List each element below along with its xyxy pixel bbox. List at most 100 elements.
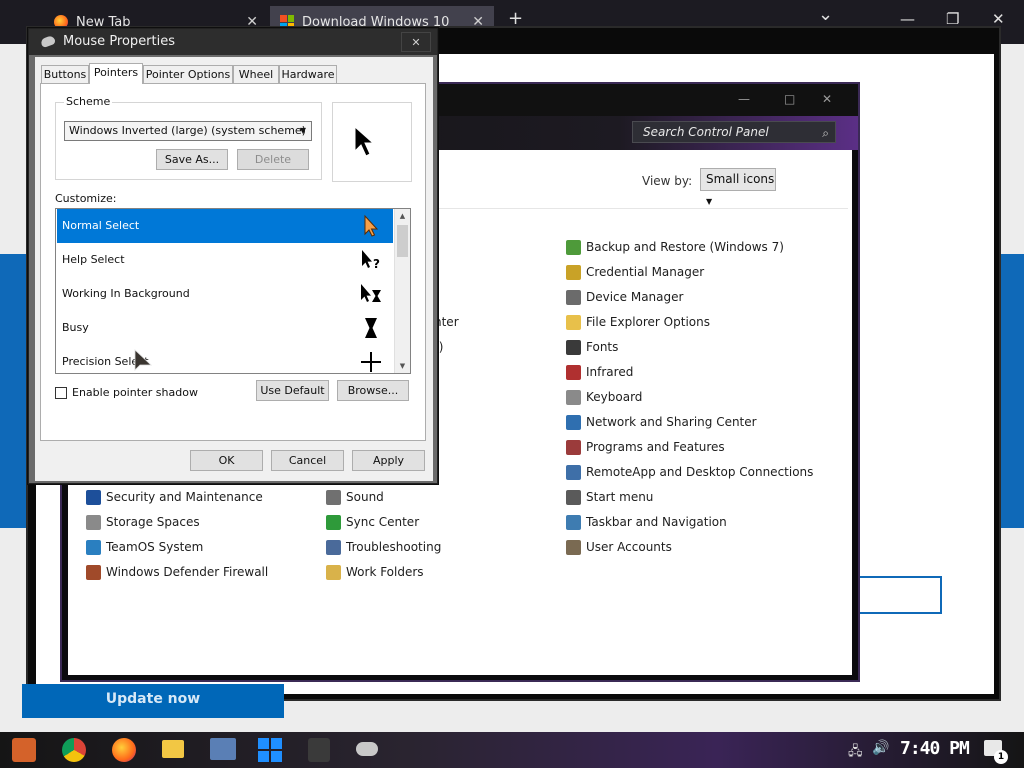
pointer-preview: [332, 102, 412, 182]
scheme-dropdown[interactable]: Windows Inverted (large) (system scheme)…: [64, 121, 312, 141]
sync-icon: [326, 514, 341, 530]
tab-wheel[interactable]: Wheel: [233, 65, 279, 83]
file-explorer-icon[interactable]: [162, 740, 184, 758]
view-by-value: Small icons: [706, 172, 775, 186]
pointer-list-scrollbar[interactable]: ▲ ▼: [394, 209, 410, 373]
dialog-close-button[interactable]: ✕: [401, 32, 431, 52]
storage-icon: [86, 514, 101, 530]
cp-item-device-manager[interactable]: Device Manager: [566, 287, 683, 307]
cp-item-storage-spaces[interactable]: Storage Spaces: [86, 512, 200, 532]
ok-button[interactable]: OK: [190, 450, 263, 471]
enable-pointer-shadow-checkbox[interactable]: Enable pointer shadow: [55, 386, 198, 399]
cp-item-infrared[interactable]: Infrared: [566, 362, 633, 382]
view-by-dropdown[interactable]: Small icons ▼: [700, 168, 776, 206]
mouse-icon[interactable]: [356, 742, 378, 756]
backup-icon: [566, 239, 581, 255]
page-outlined-box: [858, 576, 942, 614]
svg-text:?: ?: [373, 257, 380, 271]
firewall-icon: [86, 564, 101, 580]
notification-count-badge: 1: [994, 750, 1008, 764]
tab-pointers[interactable]: Pointers: [89, 63, 143, 84]
cp-item-network-sharing[interactable]: Network and Sharing Center: [566, 412, 757, 432]
cp-item-programs-features[interactable]: Programs and Features: [566, 437, 725, 457]
cp-item-backup-restore[interactable]: Backup and Restore (Windows 7): [566, 237, 784, 257]
tab-buttons[interactable]: Buttons: [41, 65, 89, 83]
flag-icon: [86, 489, 101, 505]
scheme-group: Scheme Windows Inverted (large) (system …: [55, 95, 322, 180]
keyboard-icon: [566, 389, 581, 405]
cp-maximize-button[interactable]: □: [784, 92, 795, 106]
start-menu-icon: [566, 489, 581, 505]
pointers-tab-panel: Scheme Windows Inverted (large) (system …: [40, 83, 426, 441]
cp-close-button[interactable]: ✕: [822, 92, 832, 106]
customize-label: Customize:: [55, 192, 117, 205]
search-control-panel-input[interactable]: Search Control Panel ⌕: [632, 121, 836, 143]
programs-icon: [566, 439, 581, 455]
network-tray-icon[interactable]: 🖧: [848, 742, 863, 764]
cp-item-taskbar-navigation[interactable]: Taskbar and Navigation: [566, 512, 727, 532]
scroll-down-icon[interactable]: ▼: [395, 359, 410, 373]
scroll-up-icon[interactable]: ▲: [395, 209, 410, 223]
list-all-tabs-icon[interactable]: ⌄: [818, 4, 833, 25]
pointer-list[interactable]: Normal Select Help Select ? Working In B…: [55, 208, 411, 374]
folder-icon: [566, 314, 581, 330]
start-icon[interactable]: [12, 738, 36, 762]
dialog-body: Buttons Pointers Pointer Options Wheel H…: [35, 57, 433, 481]
save-as-button[interactable]: Save As...: [156, 149, 228, 170]
scroll-thumb[interactable]: [397, 225, 408, 257]
cp-item-defender-firewall[interactable]: Windows Defender Firewall: [86, 562, 268, 582]
busy-cursor-icon: [365, 318, 377, 338]
help-select-cursor-icon: ?: [362, 250, 380, 271]
cp-item-fonts[interactable]: Fonts: [566, 337, 618, 357]
pointer-row-normal-select[interactable]: Normal Select: [57, 209, 393, 243]
mouse-properties-dialog: Mouse Properties ✕ Buttons Pointers Poin…: [28, 28, 438, 484]
tab-hardware[interactable]: Hardware: [279, 65, 337, 83]
windows-icon[interactable]: [258, 738, 282, 762]
cp-item-work-folders[interactable]: Work Folders: [326, 562, 424, 582]
firefox-icon[interactable]: [112, 738, 136, 762]
pointer-row-precision-select[interactable]: Precision Select: [57, 345, 393, 373]
figure-icon[interactable]: [308, 738, 330, 762]
work-folders-icon: [326, 564, 341, 580]
pointer-row-help-select[interactable]: Help Select ?: [57, 243, 393, 277]
apply-button[interactable]: Apply: [352, 450, 425, 471]
cancel-button[interactable]: Cancel: [271, 450, 344, 471]
search-placeholder: Search Control Panel: [643, 125, 769, 139]
chrome-icon[interactable]: [62, 738, 86, 762]
dialog-titlebar: Mouse Properties: [29, 29, 437, 55]
cp-item-start-menu[interactable]: Start menu: [566, 487, 653, 507]
computer-icon[interactable]: [210, 738, 236, 760]
delete-button[interactable]: Delete: [237, 149, 309, 170]
cp-item-file-explorer-options[interactable]: File Explorer Options: [566, 312, 710, 332]
scheme-label: Scheme: [64, 95, 113, 108]
browse-button[interactable]: Browse...: [337, 380, 409, 401]
working-cursor-icon: [361, 284, 381, 302]
search-icon: ⌕: [822, 126, 829, 140]
checkbox-box[interactable]: [55, 386, 67, 399]
dialog-title: Mouse Properties: [63, 34, 176, 49]
chevron-down-icon: ▼: [299, 126, 306, 135]
taskbar-icon: [566, 514, 581, 530]
mouse-pointer-icon: [134, 349, 153, 371]
volume-icon[interactable]: 🔊: [872, 740, 889, 756]
cp-item-teamos-system[interactable]: TeamOS System: [86, 537, 203, 557]
pointer-row-busy[interactable]: Busy: [57, 311, 393, 345]
cp-item-security-maintenance[interactable]: Security and Maintenance: [86, 487, 263, 507]
cp-item-sound[interactable]: Sound: [326, 487, 384, 507]
update-now-button[interactable]: Update now: [22, 684, 284, 718]
device-manager-icon: [566, 289, 581, 305]
taskbar: 🖧 🔊 7:40 PM 1: [0, 732, 1024, 768]
pointer-row-working-background[interactable]: Working In Background: [57, 277, 393, 311]
cp-minimize-button[interactable]: —: [738, 92, 750, 106]
cp-item-credential-manager[interactable]: Credential Manager: [566, 262, 704, 282]
use-default-button[interactable]: Use Default: [256, 380, 329, 401]
cp-item-sync-center[interactable]: Sync Center: [326, 512, 419, 532]
infrared-icon: [566, 364, 581, 380]
cp-item-remoteapp[interactable]: RemoteApp and Desktop Connections: [566, 462, 813, 482]
cp-item-user-accounts[interactable]: User Accounts: [566, 537, 672, 557]
user-accounts-icon: [566, 539, 581, 555]
cp-item-troubleshooting[interactable]: Troubleshooting: [326, 537, 441, 557]
clock[interactable]: 7:40 PM: [900, 738, 970, 759]
tab-pointer-options[interactable]: Pointer Options: [143, 65, 233, 83]
cp-item-keyboard[interactable]: Keyboard: [566, 387, 642, 407]
